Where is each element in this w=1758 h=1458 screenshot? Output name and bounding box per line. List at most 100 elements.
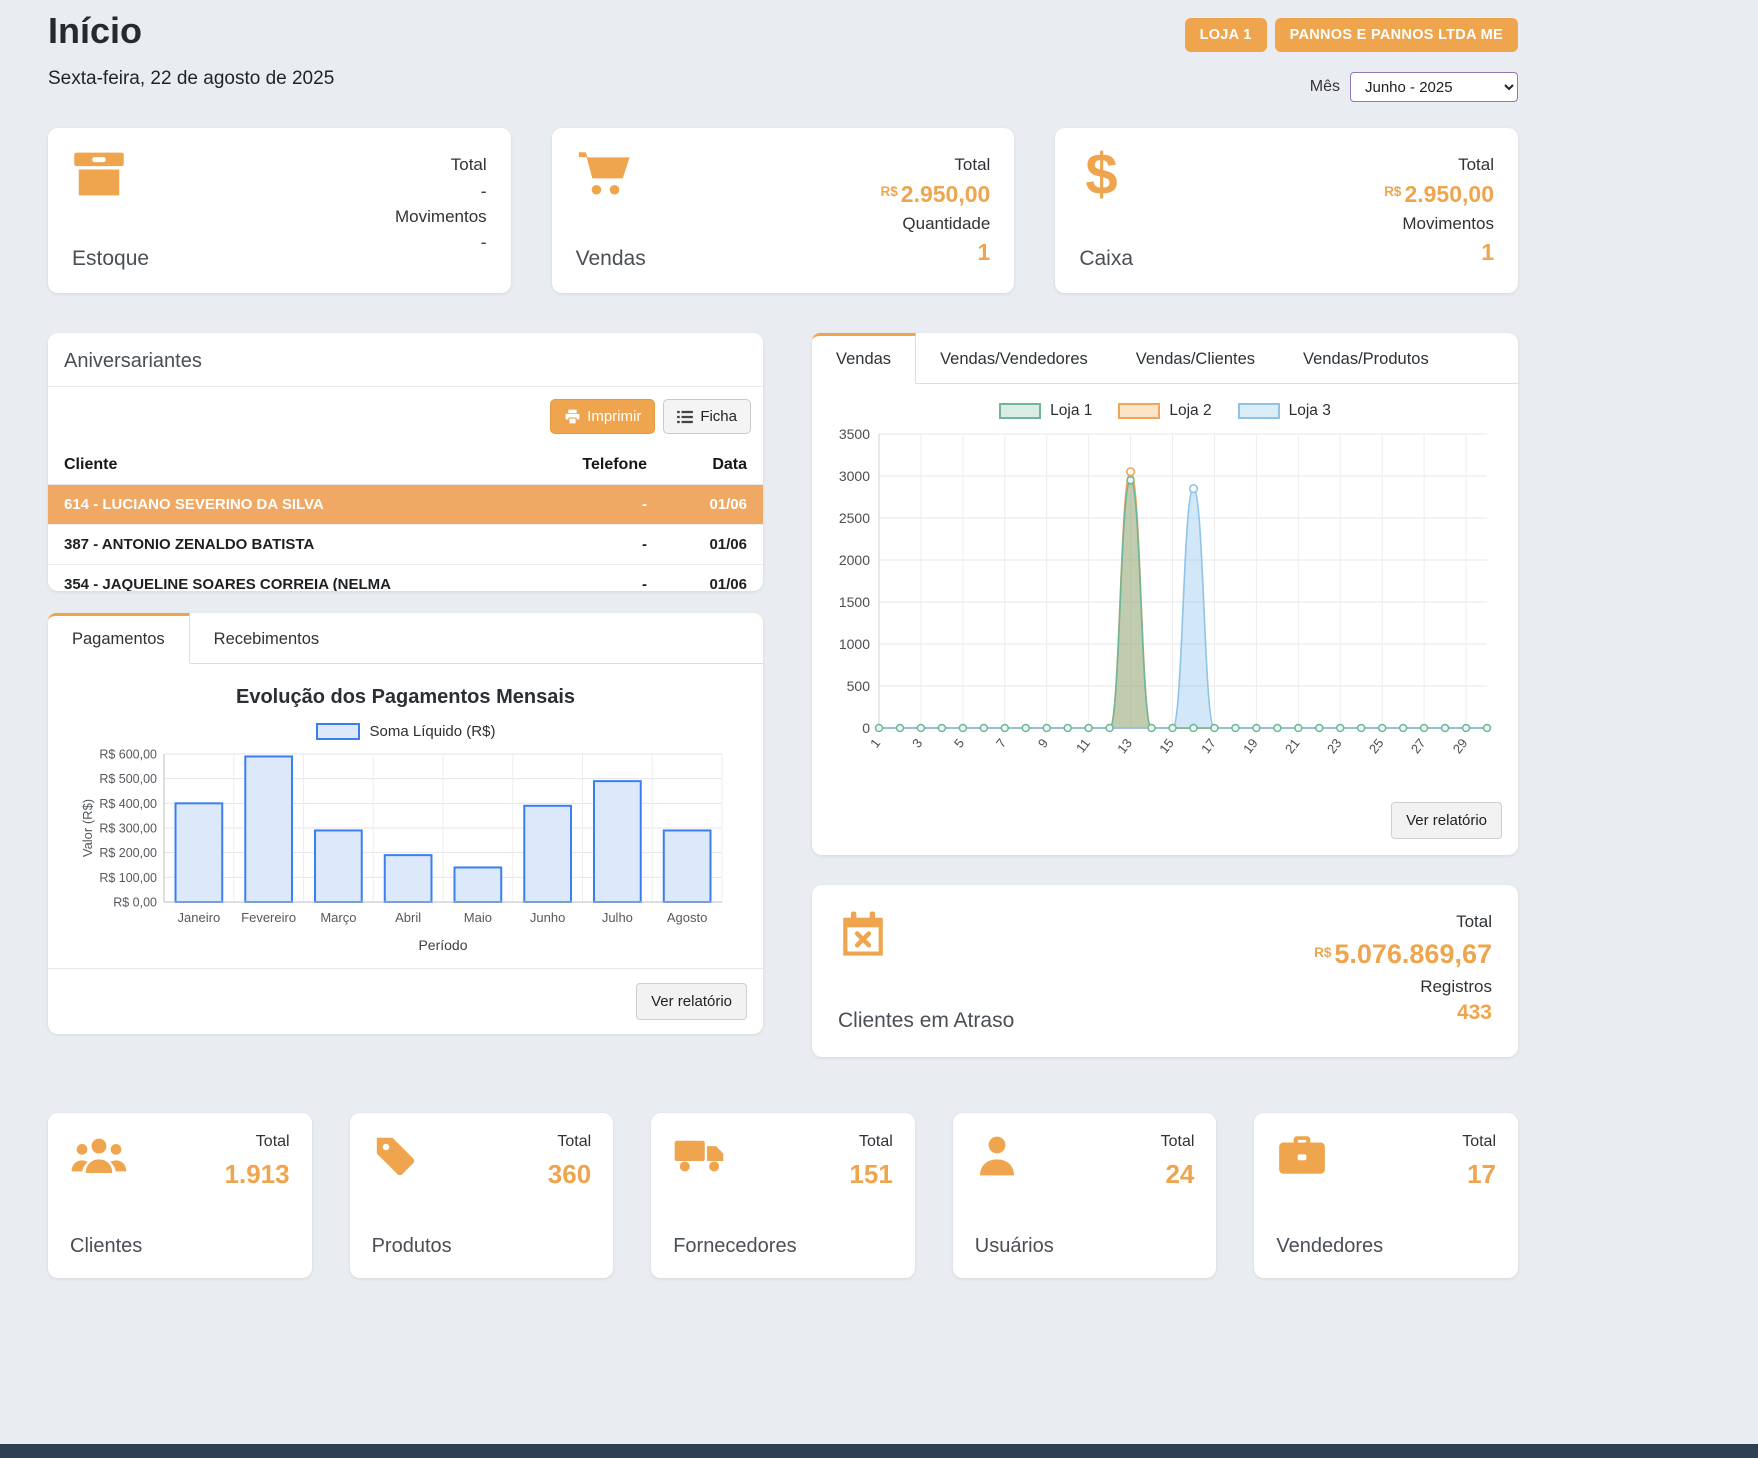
header-buttons: LOJA 1 PANNOS E PANNOS LTDA ME xyxy=(1185,18,1518,52)
stat-label: Quantidade xyxy=(902,211,990,237)
stat-label: Total xyxy=(1458,152,1494,178)
table-row[interactable]: 387 - ANTONIO ZENALDO BATISTA - 01/06 xyxy=(48,525,763,565)
table-row[interactable]: 614 - LUCIANO SEVERINO DA SILVA - 01/06 xyxy=(48,485,763,525)
summary-total-label: Total xyxy=(1161,1133,1195,1151)
svg-text:17: 17 xyxy=(1198,736,1219,757)
cart-icon xyxy=(576,150,646,198)
tab-vendas-clientes[interactable]: Vendas/Clientes xyxy=(1112,333,1279,383)
month-select[interactable]: Junho - 2025 xyxy=(1350,72,1518,102)
svg-text:2500: 2500 xyxy=(839,510,870,526)
stat-title: Vendas xyxy=(576,247,646,271)
dashboard-page: Início Sexta-feira, 22 de agosto de 2025… xyxy=(48,0,1518,1278)
stats-row: Estoque Total - Movimentos - Vendas xyxy=(48,128,1518,293)
svg-text:Agosto: Agosto xyxy=(666,910,706,925)
legend-label: Loja 2 xyxy=(1169,402,1211,420)
ficha-button[interactable]: Ficha xyxy=(663,399,751,434)
summary-card-produtos: Produtos Total 360 xyxy=(350,1113,614,1278)
page-header: Início Sexta-feira, 22 de agosto de 2025… xyxy=(48,10,1518,102)
summary-title: Vendedores xyxy=(1276,1235,1383,1258)
late-total-value: R$5.076.869,67 xyxy=(1314,937,1492,972)
payments-report-button[interactable]: Ver relatório xyxy=(636,983,747,1020)
svg-text:1: 1 xyxy=(867,736,883,751)
stat-title: Caixa xyxy=(1079,247,1133,271)
header-right: LOJA 1 PANNOS E PANNOS LTDA ME Mês Junho… xyxy=(1185,10,1518,102)
summary-total-label: Total xyxy=(859,1133,893,1151)
stat-label: Total xyxy=(451,152,487,178)
payments-card: Pagamentos Recebimentos Evolução dos Pag… xyxy=(48,613,763,1034)
tab-vendas-produtos[interactable]: Vendas/Produtos xyxy=(1279,333,1453,383)
month-label: Mês xyxy=(1310,78,1340,96)
svg-text:Junho: Junho xyxy=(529,910,564,925)
svg-text:2000: 2000 xyxy=(839,552,870,568)
summary-value: 24 xyxy=(1165,1159,1194,1190)
stat-card-caixa: $ Caixa Total R$2.950,00 Movimentos 1 xyxy=(1055,128,1518,293)
stat-card-vendas: Vendas Total R$2.950,00 Quantidade 1 xyxy=(552,128,1015,293)
tab-vendas-vendedores[interactable]: Vendas/Vendedores xyxy=(916,333,1112,383)
summary-value: 1.913 xyxy=(225,1159,290,1190)
svg-text:0: 0 xyxy=(862,720,870,736)
page-date: Sexta-feira, 22 de agosto de 2025 xyxy=(48,68,334,90)
svg-text:Valor (R$): Valor (R$) xyxy=(80,799,95,857)
stat-value: R$2.950,00 xyxy=(881,179,991,210)
svg-text:Fevereiro: Fevereiro xyxy=(241,910,296,925)
svg-text:R$ 200,00: R$ 200,00 xyxy=(99,846,157,860)
svg-text:Janeiro: Janeiro xyxy=(177,910,220,925)
svg-text:Julho: Julho xyxy=(601,910,632,925)
stat-value: 1 xyxy=(978,237,991,268)
col-cliente: Cliente xyxy=(64,456,517,474)
summary-card-vendedores: Vendedores Total 17 xyxy=(1254,1113,1518,1278)
svg-text:29: 29 xyxy=(1450,736,1471,757)
stat-title: Estoque xyxy=(72,247,149,271)
stat-value: - xyxy=(481,179,487,203)
tab-vendas[interactable]: Vendas xyxy=(812,333,916,384)
svg-text:3: 3 xyxy=(909,736,925,751)
stat-value: 1 xyxy=(1481,237,1494,268)
svg-text:Maio: Maio xyxy=(463,910,491,925)
people-icon xyxy=(70,1133,142,1179)
box-icon xyxy=(72,150,149,198)
sales-card: Vendas Vendas/Vendedores Vendas/Clientes… xyxy=(812,333,1518,855)
col-telefone: Telefone xyxy=(517,456,647,474)
summary-title: Produtos xyxy=(372,1235,452,1258)
payments-footer: Ver relatório xyxy=(48,968,763,1034)
birthdays-title: Aniversariantes xyxy=(48,333,763,387)
legend-swatch-loja3 xyxy=(1238,403,1280,419)
tag-icon xyxy=(372,1133,452,1179)
stat-label: Movimentos xyxy=(395,204,487,230)
late-clients-title: Clientes em Atraso xyxy=(838,1009,1014,1033)
summary-title: Usuários xyxy=(975,1235,1054,1258)
user-icon xyxy=(975,1133,1054,1179)
dollar-icon: $ xyxy=(1079,150,1133,199)
svg-text:19: 19 xyxy=(1240,736,1261,757)
page-title: Início xyxy=(48,10,334,52)
svg-text:25: 25 xyxy=(1366,736,1387,757)
birthdays-table-header: Cliente Telefone Data xyxy=(48,446,763,485)
briefcase-icon xyxy=(1276,1133,1383,1177)
legend-label: Loja 1 xyxy=(1050,402,1092,420)
print-button[interactable]: Imprimir xyxy=(550,399,655,434)
payments-legend: Soma Líquido (R$) xyxy=(48,723,763,740)
svg-text:11: 11 xyxy=(1073,736,1093,756)
company-button[interactable]: PANNOS E PANNOS LTDA ME xyxy=(1275,18,1518,52)
legend-label: Soma Líquido (R$) xyxy=(370,723,496,740)
svg-text:7: 7 xyxy=(993,736,1009,751)
birthdays-card: Aniversariantes Imprimir xyxy=(48,333,763,591)
table-row[interactable]: 354 - JAQUELINE SOARES CORREIA (NELMA - … xyxy=(48,565,763,591)
tab-pagamentos[interactable]: Pagamentos xyxy=(48,613,190,664)
summary-card-clientes: Clientes Total 1.913 xyxy=(48,1113,312,1278)
late-registros-label: Registros xyxy=(1420,974,1492,1000)
footer-bar xyxy=(0,1444,1758,1458)
svg-text:15: 15 xyxy=(1156,736,1177,757)
list-icon xyxy=(677,410,693,424)
svg-text:3000: 3000 xyxy=(839,468,870,484)
summary-value: 17 xyxy=(1467,1159,1496,1190)
store-button[interactable]: LOJA 1 xyxy=(1185,18,1267,52)
tab-recebimentos[interactable]: Recebimentos xyxy=(190,613,343,663)
stat-label: Total xyxy=(954,152,990,178)
payments-chart: R$ 0,00R$ 100,00R$ 200,00R$ 300,00R$ 400… xyxy=(48,746,763,958)
sales-report-button[interactable]: Ver relatório xyxy=(1391,802,1502,839)
right-column: Vendas Vendas/Vendedores Vendas/Clientes… xyxy=(812,333,1518,1057)
svg-text:3500: 3500 xyxy=(839,426,870,442)
header-left: Início Sexta-feira, 22 de agosto de 2025 xyxy=(48,10,334,90)
stat-label: Movimentos xyxy=(1402,211,1494,237)
